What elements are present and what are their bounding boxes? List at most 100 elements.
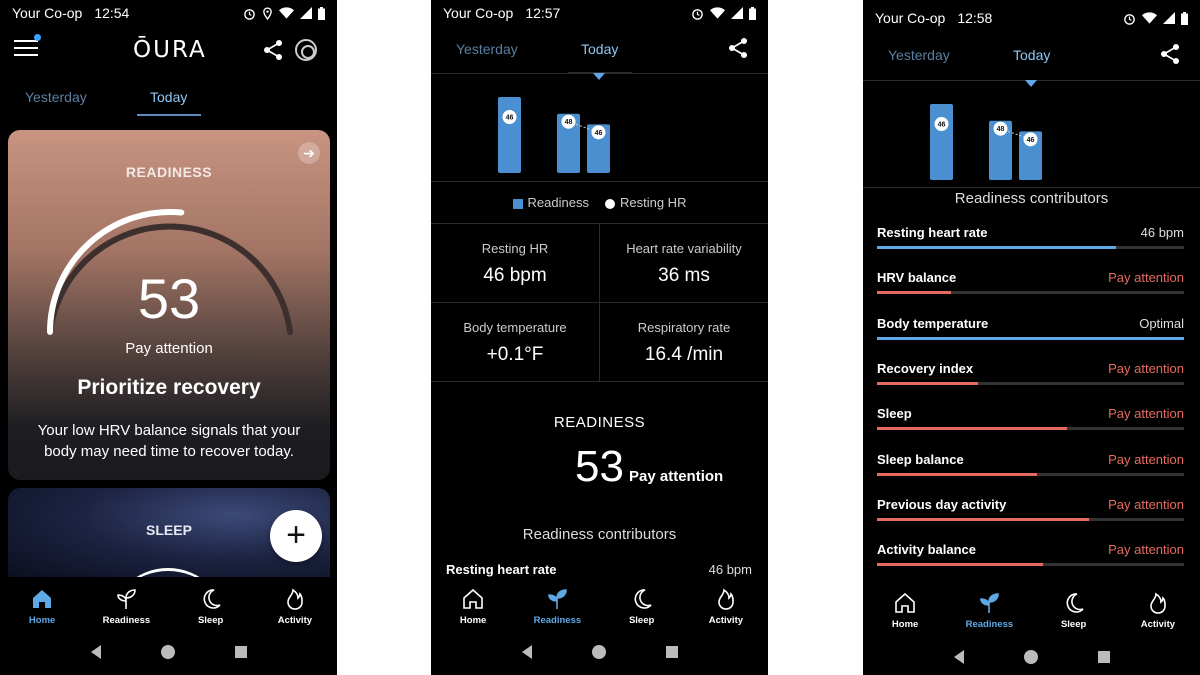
signal-icon	[731, 7, 743, 19]
nav-activity-label: Activity	[708, 614, 744, 626]
contributor-value: 46 bpm	[1140, 225, 1184, 240]
nav-home[interactable]: Home	[863, 591, 947, 630]
metric-hrv-label: Heart rate variability	[626, 241, 742, 256]
contributor-bar-fill	[877, 291, 951, 295]
nav-readiness-label: Readiness	[533, 614, 582, 626]
resting-hr-label: 46	[1027, 137, 1035, 144]
wifi-icon	[1142, 12, 1157, 24]
contributor-bar-fill	[877, 381, 979, 385]
recents-icon[interactable]	[1096, 649, 1112, 665]
contributor-label: Resting heart rate	[446, 562, 557, 577]
contributor-label: HRV balance	[877, 270, 957, 286]
home-circle-icon[interactable]	[591, 644, 607, 660]
home-circle-icon[interactable]	[160, 644, 176, 660]
bottom-nav: Home Readiness Sleep Activity	[0, 577, 337, 635]
flame-icon	[718, 588, 734, 610]
contributor-row[interactable]: HRV balance Pay attention	[877, 270, 1184, 310]
resting-hr-label: 46	[506, 115, 514, 122]
share-icon[interactable]	[1159, 43, 1181, 65]
contributor-label: Previous day activity	[877, 496, 1007, 512]
tab-today[interactable]: Today	[581, 41, 618, 57]
signal-icon	[1163, 12, 1175, 24]
contributor-bar-fill	[877, 336, 1184, 340]
nav-sleep[interactable]: Sleep	[1032, 591, 1116, 630]
contributor-row[interactable]: Activity balance Pay attention	[877, 542, 1184, 582]
contributor-bar-fill	[877, 427, 1068, 431]
nav-home-label: Home	[459, 614, 487, 626]
carrier-label: Your Co-op	[443, 5, 514, 21]
nav-sleep[interactable]: Sleep	[169, 587, 253, 626]
moon-icon	[1066, 592, 1084, 613]
back-icon[interactable]	[88, 644, 104, 660]
nav-sleep-label: Sleep	[1060, 618, 1087, 630]
readiness-card[interactable]: ➔ READINESS 53 Pay attention Prioritize …	[8, 130, 330, 480]
arrow-right-icon[interactable]: ➔	[298, 142, 320, 164]
recents-icon[interactable]	[664, 644, 680, 660]
contributor-row[interactable]: Resting heart rate 46 bpm	[877, 225, 1184, 265]
moon-icon	[634, 588, 652, 609]
home-icon	[895, 592, 915, 613]
nav-activity-label: Activity	[277, 614, 313, 626]
back-icon[interactable]	[951, 649, 967, 665]
flame-icon	[1150, 592, 1166, 614]
contributors-title: Readiness contributors	[522, 526, 677, 543]
share-icon[interactable]	[727, 37, 749, 59]
menu-button[interactable]	[14, 40, 38, 58]
wifi-icon	[710, 7, 725, 19]
nav-activity[interactable]: Activity	[1116, 591, 1200, 630]
nav-activity[interactable]: Activity	[253, 587, 337, 626]
chart-legend: Readiness Resting HR	[431, 195, 768, 210]
nav-readiness-label: Readiness	[965, 618, 1014, 630]
ring-status-icon[interactable]	[295, 39, 317, 61]
metric-resting-hr-label: Resting HR	[481, 241, 549, 256]
readiness-bar	[930, 104, 953, 180]
recents-icon[interactable]	[233, 644, 249, 660]
nav-readiness[interactable]: Readiness	[515, 587, 599, 626]
contributor-bar-track	[877, 517, 1184, 521]
nav-home[interactable]: Home	[431, 587, 515, 626]
back-icon[interactable]	[519, 644, 535, 660]
contributor-bar-track	[877, 563, 1184, 567]
nav-readiness[interactable]: Readiness	[84, 587, 168, 626]
bottom-nav: Home Readiness Sleep Activity	[431, 577, 768, 635]
share-icon[interactable]	[262, 39, 284, 61]
tab-yesterday[interactable]: Yesterday	[888, 47, 950, 63]
status-time: 12:57	[525, 5, 561, 21]
contributor-value: Pay attention	[1108, 451, 1184, 467]
tab-yesterday[interactable]: Yesterday	[456, 41, 518, 57]
contributor-row[interactable]: Body temperature Optimal	[877, 316, 1184, 356]
contributor-bar-track	[877, 336, 1184, 340]
oura-logo: ŌURA	[133, 37, 207, 63]
contributor-row[interactable]: Sleep Pay attention	[877, 406, 1184, 446]
nav-activity[interactable]: Activity	[684, 587, 768, 626]
system-nav	[0, 632, 337, 672]
contributor-row[interactable]: Recovery index Pay attention	[877, 361, 1184, 401]
nav-sleep[interactable]: Sleep	[600, 587, 684, 626]
system-nav	[863, 637, 1200, 675]
contributor-bar-track	[877, 427, 1184, 431]
nav-readiness[interactable]: Readiness	[947, 591, 1031, 630]
tab-today[interactable]: Today	[150, 89, 187, 105]
sprout-icon	[117, 588, 137, 609]
readiness-hr-chart: 46 48 46	[498, 97, 610, 173]
contributor-value: Optimal	[1139, 315, 1184, 331]
tab-yesterday[interactable]: Yesterday	[25, 89, 87, 105]
home-circle-icon[interactable]	[1023, 649, 1039, 665]
tab-today[interactable]: Today	[1013, 47, 1050, 63]
phone-home-screen: Your Co-op 12:54 ŌURA Yesterday Today ➔	[0, 0, 337, 675]
contributor-row[interactable]: Previous day activity Pay attention	[877, 497, 1184, 537]
status-time: 12:58	[957, 10, 993, 26]
contributor-bar-fill	[877, 246, 1117, 249]
contributor-value: Pay attention	[1108, 270, 1184, 286]
add-button[interactable]: +	[270, 510, 322, 562]
resting-hr-label: 46	[595, 130, 603, 137]
nav-home-label: Home	[891, 618, 919, 630]
phone-readiness-contributors: Your Co-op 12:58 Yesterday Today 46 48 46 …	[863, 0, 1200, 675]
legend-readiness: Readiness	[512, 195, 589, 210]
contributor-bar-fill	[877, 563, 1043, 567]
nav-home[interactable]: Home	[0, 587, 84, 626]
contributor-row[interactable]: Sleep balance Pay attention	[877, 452, 1184, 492]
sprout-icon	[548, 588, 568, 609]
metric-body-temp-value: +0.1°F	[486, 344, 544, 365]
readiness-section-title: READINESS	[553, 414, 646, 431]
